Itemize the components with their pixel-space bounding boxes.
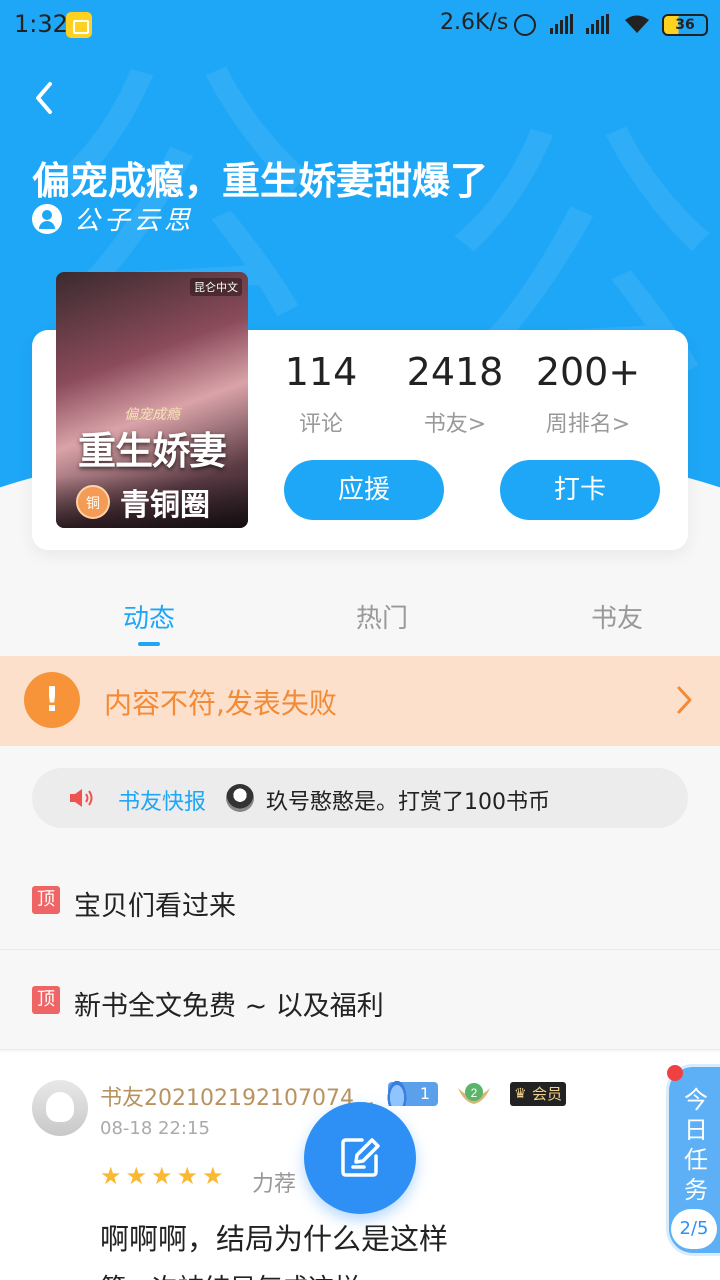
post-time: 08-18 22:15 [100,1118,210,1139]
alarm-icon [514,14,536,36]
vip-badge: 会员 [510,1082,566,1106]
bronze-medal-icon: 铜 [76,485,110,519]
pinned-title: 新书全文免费 ~ 以及福利 [74,991,384,1022]
notification-dot [667,1065,683,1081]
circle-level-label: 青铜圈 [120,488,210,523]
error-message: 内容不符,发表失败 [104,687,337,720]
star-icon: ★ [202,1162,224,1190]
rating-stars: ★ ★ ★ ★ ★ [100,1164,224,1188]
tab-bar: 动态 热门 书友 [0,590,720,656]
status-time: 1:32 [14,10,68,38]
status-net-speed: 2.6K/s [440,10,509,35]
tab-indicator [138,642,160,646]
avatar[interactable] [32,1080,88,1136]
signal-icon [586,14,609,34]
edit-icon [341,1138,380,1177]
stat-value: 114 [284,350,358,394]
compose-button[interactable] [304,1102,416,1214]
warning-icon: ! [24,672,80,728]
post-body-preview: 第一次被结局气成这样 [100,1268,360,1280]
user-icon [32,203,62,234]
stat-label: 书友> [423,412,487,437]
star-icon: ★ [151,1162,173,1190]
task-label: 今日任务 [684,1086,708,1204]
pinned-badge: 顶 [32,886,60,914]
pinned-post[interactable]: 顶 新书全文免费 ~ 以及福利 [0,950,720,1050]
tab-activity[interactable]: 动态 [79,598,219,635]
cover-title: 重生娇妻 [77,428,227,473]
status-bar: 1:32 2.6K/s 36 [0,0,720,52]
tab-hot[interactable]: 热门 [312,598,452,635]
stat-label: 评论 [298,412,343,437]
support-button[interactable]: 应援 [284,460,444,520]
pinned-badge: 顶 [32,986,60,1014]
app-notification-icon [66,12,92,38]
news-text: 玖号憨憨是。打赏了100书币 [266,790,550,815]
stat-weekly-rank[interactable]: 200+ 周排名> [523,350,653,438]
star-icon: ★ [100,1162,122,1190]
task-progress: 2/5 [671,1209,717,1249]
avatar [226,784,254,812]
rank-number: 2 [471,1086,478,1100]
tab-readers[interactable]: 书友 [547,598,687,635]
speaker-icon [70,789,93,807]
star-icon: ★ [176,1162,199,1190]
star-icon: ★ [125,1162,148,1190]
rank-wings-icon: 2 [458,1083,490,1104]
signal-icon [550,14,573,34]
stat-readers[interactable]: 2418 书友> [390,350,520,438]
error-banner[interactable]: ! 内容不符,发表失败 [0,656,720,746]
pinned-title: 宝贝们看过来 [74,891,236,922]
stat-value: 2418 [406,350,504,394]
author-row[interactable]: 公子云思 [32,200,194,237]
wifi-icon [625,15,649,33]
stat-value: 200+ [535,350,641,394]
checkin-button[interactable]: 打卡 [500,460,660,520]
news-label: 书友快报 [118,790,207,815]
recommend-label: 力荐 [252,1172,297,1197]
level-badge: 1 [386,1078,438,1106]
battery-indicator: 36 [662,14,708,36]
daily-task-tab[interactable]: 今日任务 2/5 [666,1064,720,1256]
circle-badge: 铜 青铜圈 [56,476,248,528]
pinned-post[interactable]: 顶 宝贝们看过来 [0,850,720,950]
stat-comments[interactable]: 114 评论 [256,350,386,438]
stat-label: 周排名> [545,412,631,437]
book-cover[interactable]: 昆仑中文 偏宠成瘾 重生娇妻 铜 青铜圈 [56,272,248,528]
author-name: 公子云思 [74,206,195,236]
book-title: 偏宠成瘾，重生娇妻甜爆了 [32,159,489,203]
back-button[interactable] [30,80,60,116]
news-ticker[interactable]: 书友快报 玖号憨憨是。打赏了100书币 [32,768,688,828]
post-body: 啊啊啊，结局为什么是这样 [100,1222,449,1256]
cover-publisher: 昆仑中文 [190,278,242,296]
chevron-right-icon [677,686,692,714]
